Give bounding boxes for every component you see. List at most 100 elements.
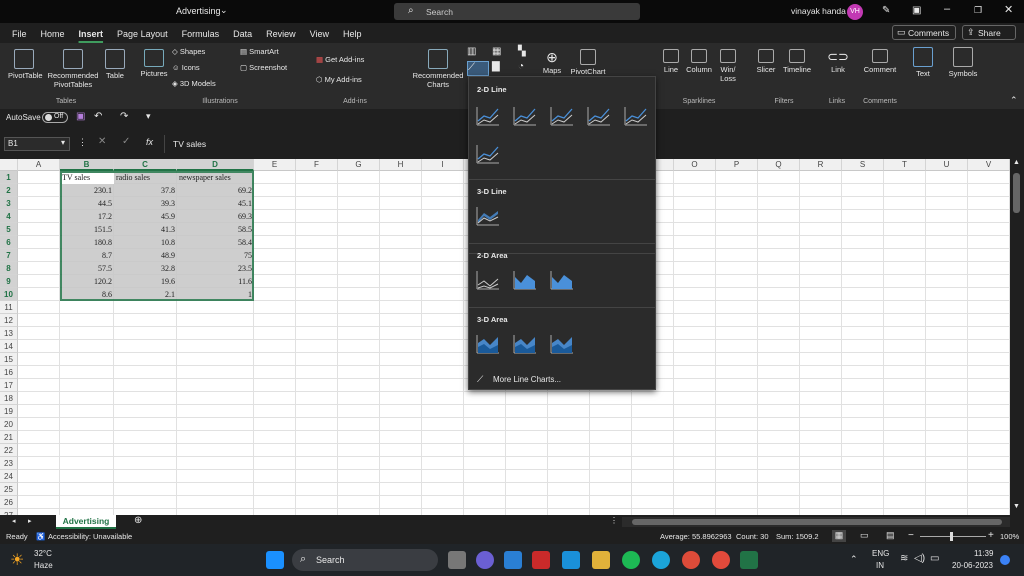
data-cell[interactable]: 1	[177, 288, 254, 301]
screenshot-button[interactable]: ▢ Screenshot	[240, 63, 304, 72]
column-chart-icon[interactable]: ▥	[467, 46, 489, 61]
tab-view[interactable]: View	[304, 26, 335, 42]
app-l-icon[interactable]	[562, 551, 580, 569]
link-button[interactable]: ⊂⊃ Link	[826, 49, 850, 74]
sparkline-winloss-button[interactable]: Win/ Loss	[716, 49, 740, 83]
column-header[interactable]: S	[842, 159, 884, 171]
pen-icon[interactable]: ✎	[882, 5, 890, 16]
line2d-chart-option-5[interactable]	[475, 143, 501, 165]
slicer-button[interactable]: Slicer	[754, 49, 778, 74]
row-header[interactable]: 8	[0, 262, 18, 275]
chrome-icon[interactable]	[682, 551, 700, 569]
pivottable-button[interactable]: PivotTable	[8, 49, 43, 80]
sheet-tab-advertising[interactable]: Advertising	[56, 515, 116, 529]
data-cell[interactable]: 2.1	[114, 288, 177, 301]
line2d-chart-option-4[interactable]	[623, 105, 649, 127]
data-cell[interactable]: 8.7	[60, 249, 114, 262]
data-cell[interactable]: 75	[177, 249, 254, 262]
row-header[interactable]: 11	[0, 301, 18, 314]
3d-models-button[interactable]: ◈ 3D Models	[172, 79, 242, 88]
data-cell[interactable]: 41.3	[114, 223, 177, 236]
tab-help[interactable]: Help	[337, 26, 368, 42]
data-cell[interactable]: 180.8	[60, 236, 114, 249]
row-header[interactable]: 2	[0, 184, 18, 197]
data-cell[interactable]: 37.8	[114, 184, 177, 197]
tray-chevron-icon[interactable]: ⌃	[850, 554, 858, 565]
text-button[interactable]: Text	[910, 47, 936, 78]
notification-icon[interactable]	[1000, 555, 1010, 565]
data-cell[interactable]: 23.5	[177, 262, 254, 275]
avatar[interactable]: VH	[847, 4, 863, 20]
zoom-level[interactable]: 100%	[1000, 532, 1019, 541]
insert-function-button[interactable]: fx	[146, 137, 153, 147]
row-header[interactable]: 7	[0, 249, 18, 262]
column-header[interactable]: H	[380, 159, 422, 171]
data-cell[interactable]: 39.3	[114, 197, 177, 210]
enter-icon[interactable]: ✓	[122, 136, 130, 147]
area2d-chart-option-1[interactable]	[512, 269, 538, 291]
column-header[interactable]: O	[674, 159, 716, 171]
close-icon[interactable]: ✕	[1004, 3, 1013, 16]
row-header[interactable]: 17	[0, 379, 18, 392]
header-cell[interactable]: newspaper sales	[177, 171, 254, 184]
tab-review[interactable]: Review	[260, 26, 302, 42]
column-header[interactable]: F	[296, 159, 338, 171]
row-header[interactable]: 25	[0, 483, 18, 496]
scroll-up-icon[interactable]: ▲	[1013, 159, 1020, 166]
prev-sheet-icon[interactable]: ◂	[12, 517, 16, 525]
row-header[interactable]: 23	[0, 457, 18, 470]
column-header[interactable]: V	[968, 159, 1010, 171]
ribbon-display-icon[interactable]: ▣	[912, 5, 921, 16]
area2d-chart-option-2[interactable]	[549, 269, 575, 291]
row-header[interactable]: 24	[0, 470, 18, 483]
lang-primary[interactable]: ENG	[872, 549, 889, 558]
pictures-button[interactable]: Pictures	[139, 49, 169, 78]
pie-chart-icon[interactable]: ◔	[518, 61, 538, 76]
data-cell[interactable]: 45.9	[114, 210, 177, 223]
row-header[interactable]: 9	[0, 275, 18, 288]
row-header[interactable]: 21	[0, 431, 18, 444]
user-name[interactable]: vinayak handa	[791, 6, 846, 16]
line2d-chart-option-2[interactable]	[549, 105, 575, 127]
next-sheet-icon[interactable]: ▸	[28, 517, 32, 525]
data-cell[interactable]: 58.4	[177, 236, 254, 249]
row-header[interactable]: 10	[0, 288, 18, 301]
clock-date[interactable]: 20-06-2023	[952, 561, 993, 570]
column-header[interactable]: C	[114, 159, 177, 171]
page-layout-view-icon[interactable]: ▭	[860, 530, 869, 541]
page-break-view-icon[interactable]: ▤	[886, 530, 895, 541]
taskbar-search[interactable]: ⌕ Search	[292, 549, 438, 571]
header-cell[interactable]: TV sales	[60, 171, 114, 184]
data-cell[interactable]: 45.1	[177, 197, 254, 210]
symbols-button[interactable]: Symbols	[946, 47, 980, 78]
row-header[interactable]: 13	[0, 327, 18, 340]
comments-button[interactable]: ▭ Comments	[892, 25, 956, 40]
h-scroll-thumb[interactable]	[632, 519, 1002, 525]
save-icon[interactable]: ▣	[76, 111, 85, 122]
clock-time[interactable]: 11:39	[974, 549, 993, 558]
undo-icon[interactable]: ↶	[94, 111, 102, 122]
zoom-in-icon[interactable]: +	[988, 530, 994, 541]
select-all-corner[interactable]	[0, 159, 18, 171]
tab-page-layout[interactable]: Page Layout	[111, 26, 174, 42]
recommended-pivottables-button[interactable]: Recommended PivotTables	[46, 49, 100, 89]
statistic-chart-icon[interactable]: ▇	[492, 61, 512, 76]
more-line-charts-link[interactable]: ⟋ More Line Charts...	[473, 373, 651, 387]
column-header[interactable]: D	[177, 159, 254, 171]
data-cell[interactable]: 8.6	[60, 288, 114, 301]
row-header[interactable]: 12	[0, 314, 18, 327]
excel-icon[interactable]	[740, 551, 758, 569]
zoom-slider-thumb[interactable]	[950, 532, 953, 541]
column-header[interactable]: I	[422, 159, 464, 171]
data-cell[interactable]: 120.2	[60, 275, 114, 288]
data-cell[interactable]: 32.8	[114, 262, 177, 275]
column-header[interactable]: T	[884, 159, 926, 171]
chevron-down-icon[interactable]: ⌄	[220, 5, 228, 16]
chrome-profile-icon[interactable]	[712, 551, 730, 569]
horizontal-scrollbar[interactable]	[622, 517, 1010, 527]
data-cell[interactable]: 10.8	[114, 236, 177, 249]
windows-start-icon[interactable]	[266, 551, 284, 569]
line3d-chart-option-0[interactable]	[475, 205, 501, 227]
battery-icon[interactable]: ▭	[930, 553, 939, 564]
header-cell[interactable]: radio sales	[114, 171, 177, 184]
